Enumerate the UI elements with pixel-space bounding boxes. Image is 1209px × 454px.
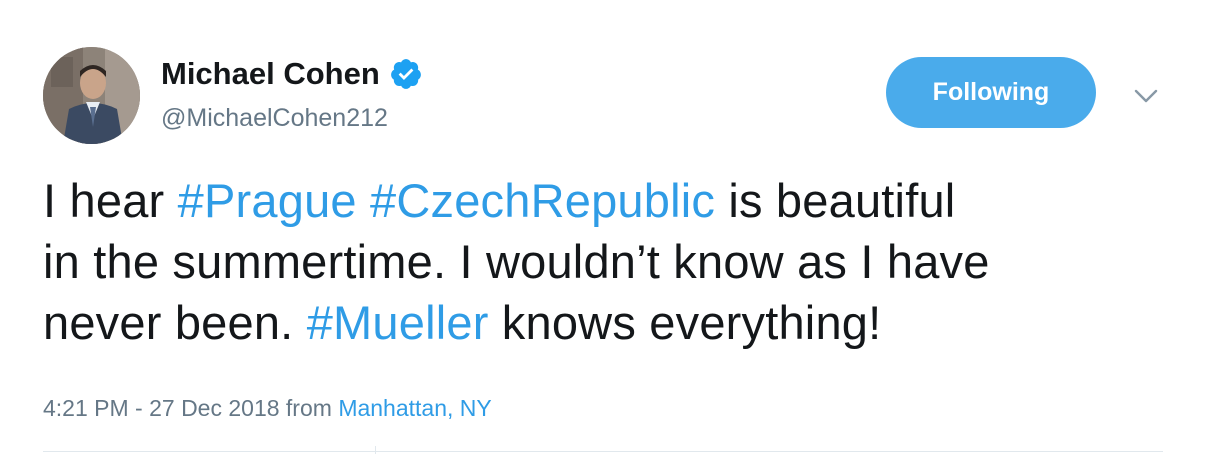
hashtag-link-czechrepublic[interactable]: #CzechRepublic [370,174,715,227]
from-label: from [285,395,332,421]
tweet-timestamp[interactable]: 4:21 PM - 27 Dec 2018 [43,395,280,421]
author-name-row: Michael Cohen [161,54,423,94]
following-button[interactable]: Following [886,57,1096,128]
avatar-photo [43,47,140,144]
location-link[interactable]: Manhattan, NY [338,395,491,421]
display-name[interactable]: Michael Cohen [161,54,380,94]
tweet-text-line: in the summertime. I wouldn’t know as I … [43,231,1183,292]
avatar[interactable] [43,47,140,144]
tweet-card: Michael Cohen @MichaelCohen212 Following… [0,0,1209,454]
tweet-text-line: I hear #Prague #CzechRepublic is beautif… [43,170,1183,231]
tweet-text-segment: is beautiful [715,174,956,227]
chevron-down-icon[interactable] [1132,85,1160,107]
divider-tick [375,446,376,454]
tweet-text: I hear #Prague #CzechRepublic is beautif… [43,170,1183,353]
tweet-text-segment: in the summertime. I wouldn’t know as I … [43,235,990,288]
tweet-text-segment: never been. [43,296,307,349]
tweet-text-line: never been. #Mueller knows everything! [43,292,1183,353]
hashtag-link-mueller[interactable]: #Mueller [307,296,489,349]
verified-badge-icon [389,57,423,91]
divider [43,451,1163,452]
tweet-meta: 4:21 PM - 27 Dec 2018 from Manhattan, NY [43,393,492,423]
tweet-text-segment: knows everything! [488,296,882,349]
tweet-text-segment [357,174,370,227]
author-handle[interactable]: @MichaelCohen212 [161,102,388,134]
tweet-text-segment: I hear [43,174,178,227]
hashtag-link-prague[interactable]: #Prague [178,174,357,227]
